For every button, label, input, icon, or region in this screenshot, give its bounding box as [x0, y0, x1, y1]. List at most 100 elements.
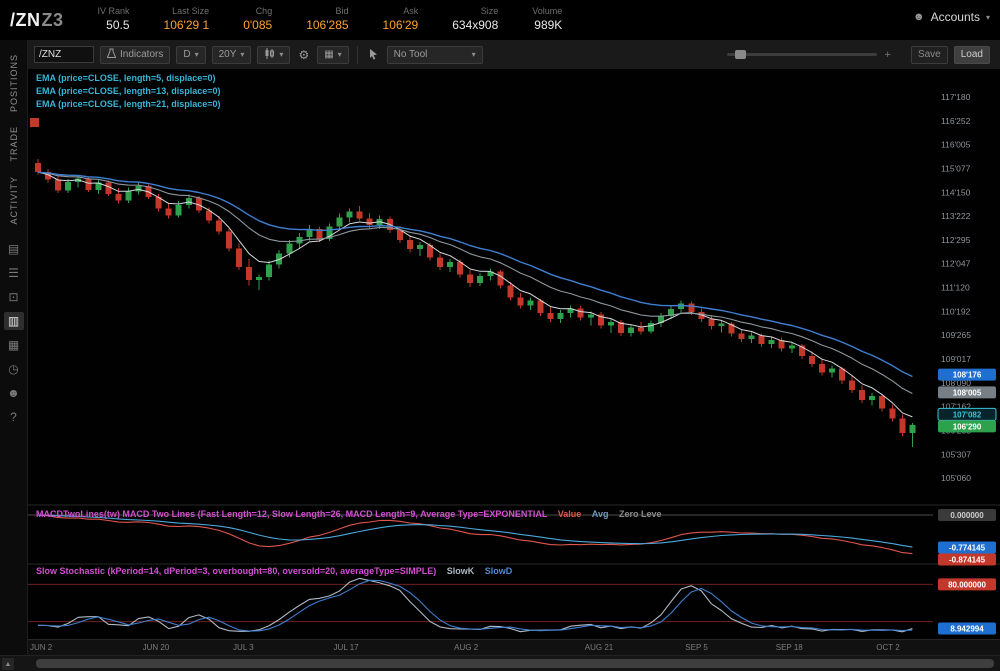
price-axis-label: 116'005 [941, 140, 971, 150]
chart-icon[interactable]: ▥ [3, 312, 24, 331]
range-dropdown[interactable]: 20Y ▾ [211, 45, 252, 64]
stat-iv-rank: IV Rank 50.5 [97, 6, 130, 33]
help-icon[interactable]: ? [4, 408, 24, 426]
price-axis-label: 109'265 [941, 330, 971, 340]
history-icon[interactable]: ◷ [4, 360, 24, 378]
symbol-root: /ZN [10, 9, 41, 30]
news-icon[interactable]: ▤ [4, 240, 24, 258]
time-axis-label: JUL 3 [233, 643, 254, 652]
stoch-k-legend: SlowK [446, 566, 475, 576]
price-axis-label: 105'307 [941, 449, 971, 459]
period-dropdown[interactable]: D ▾ [176, 45, 206, 64]
time-axis-label: JUL 17 [333, 643, 359, 652]
axis-badge: 80.000000 [938, 578, 996, 591]
sidebar-icon-rail: ▤ ☰ ⊡ ▥ ▦ ◷ ☻ ? [3, 240, 24, 426]
toolbar-divider [356, 45, 358, 64]
quote-header: /ZNZ3 IV Rank 50.5 Last Size 106'29 1 Ch… [0, 0, 1000, 40]
macd-title: MACDTwoLines(tw) MACD Two Lines (Fast Le… [36, 509, 548, 519]
quote-stats: IV Rank 50.5 Last Size 106'29 1 Chg 0'08… [98, 6, 563, 33]
macd-value-legend: Value [557, 509, 582, 519]
study-marker-square [30, 118, 39, 127]
user-icon: ☻ [913, 11, 925, 23]
chart-scrollbar: ▲ [0, 655, 1000, 671]
chart-canvas[interactable]: 117'180 116'252 116'005 115'077 114'150 113'2… [28, 70, 1000, 639]
ema21-study-label: EMA (price=CLOSE, length=21, displace=0) [36, 99, 221, 109]
time-axis-label: OCT 2 [876, 643, 900, 652]
accounts-label: Accounts [930, 10, 980, 24]
chevron-down-icon: ▾ [985, 12, 990, 22]
zoom-slider-handle[interactable] [734, 50, 746, 59]
svg-text:0.000000: 0.000000 [950, 511, 984, 520]
price-axis-label: 115'077 [941, 163, 971, 173]
flask-icon [106, 48, 117, 62]
stat-size: Size 634x908 [452, 6, 499, 33]
sidebar-tab-positions[interactable]: POSITIONS [9, 54, 19, 112]
cursor-tool-icon[interactable] [366, 48, 381, 62]
time-axis-label: SEP 18 [775, 643, 803, 652]
zoom-slider: + [726, 49, 891, 61]
stoch-k-line [37, 577, 913, 633]
axis-badge: 107'082 [937, 407, 997, 421]
svg-text:108'005: 108'005 [953, 388, 982, 397]
grid-icon[interactable]: ▦ [4, 336, 24, 354]
drawing-tool-dropdown[interactable]: No Tool ▾ [386, 45, 483, 64]
save-button[interactable]: Save [910, 45, 948, 64]
time-axis-label: AUG 21 [584, 643, 614, 652]
chevron-down-icon: ▾ [194, 50, 199, 59]
symbol-input[interactable] [34, 46, 94, 63]
axis-badge: 8.942994 [938, 622, 996, 635]
axis-badge: -0.774145 [938, 541, 996, 554]
svg-text:80.000000: 80.000000 [948, 580, 986, 589]
svg-text:8.942994: 8.942994 [950, 624, 984, 633]
stat-ask: Ask 106'29 [382, 6, 419, 33]
scrollbar-handle[interactable] [36, 659, 994, 668]
follow-traders-icon[interactable]: ☻ [4, 384, 24, 402]
axis-badge: 0.000000 [938, 509, 996, 521]
macd-study-label: MACDTwoLines(tw) MACD Two Lines (Fast Le… [36, 509, 662, 519]
time-axis: JUN 2 JUN 20 JUL 3 JUL 17 AUG 2 AUG 21 SEP 5 SE… [28, 639, 1000, 656]
candlestick-style-icon [264, 47, 275, 62]
journal-icon[interactable]: ⊡ [4, 288, 24, 306]
price-axis-label: 112'047 [941, 259, 971, 269]
time-axis-label: JUN 2 [30, 643, 53, 652]
left-sidebar: POSITIONS TRADE ACTIVITY ▤ ☰ ⊡ ▥ ▦ ◷ ☻ ? [0, 40, 28, 671]
chevron-down-icon: ▾ [471, 50, 476, 59]
price-axis-label: 116'252 [941, 116, 971, 126]
price-axis-label: 117'180 [941, 92, 971, 102]
layout-grid-dropdown[interactable]: ▦ ▾ [317, 45, 349, 64]
price-axis-label: 109'017 [941, 354, 971, 364]
watchlist-icon[interactable]: ☰ [4, 264, 24, 282]
axis-badge: 106'290 [938, 420, 996, 433]
symbol-title: /ZNZ3 [10, 10, 64, 31]
stoch-d-line [37, 579, 913, 632]
macd-avg-legend: Avg [591, 509, 609, 519]
axis-badge: 108'005 [938, 386, 996, 399]
svg-text:108'176: 108'176 [953, 371, 982, 380]
indicators-button[interactable]: Indicators [100, 45, 171, 64]
time-axis-label: SEP 5 [685, 643, 708, 652]
svg-text:107'082: 107'082 [953, 410, 982, 419]
chart-style-dropdown[interactable]: ▾ [257, 45, 291, 64]
load-button[interactable]: Load [953, 45, 990, 64]
chart-settings-gear-icon[interactable]: ⚙ [296, 49, 311, 61]
stat-last-size: Last Size 106'29 1 [163, 6, 210, 33]
time-axis-label: JUN 20 [142, 643, 170, 652]
chart-toolbar: Indicators D ▾ 20Y ▾ ▾ ⚙ ▦ ▾ No Tool ▾ [28, 40, 1000, 70]
chart-region: 117'180 116'252 116'005 115'077 114'150 113'2… [28, 70, 1000, 639]
chevron-down-icon: ▾ [240, 50, 245, 59]
chevron-down-icon: ▾ [337, 50, 342, 59]
price-axis-label: 110'192 [941, 306, 971, 316]
ema5-study-label: EMA (price=CLOSE, length=5, displace=0) [36, 73, 216, 83]
sidebar-tab-trade[interactable]: TRADE [9, 126, 19, 162]
accounts-menu[interactable]: ☻ Accounts ▾ [913, 10, 990, 24]
zoom-in-icon[interactable]: + [885, 49, 891, 61]
svg-text:106'290: 106'290 [953, 422, 982, 431]
stoch-d-legend: SlowD [484, 566, 513, 576]
scrollbar-arrow-icon[interactable]: ▲ [2, 658, 14, 670]
ema-13-line [37, 171, 913, 394]
time-axis-label: AUG 2 [454, 643, 479, 652]
sidebar-tab-activity[interactable]: ACTIVITY [9, 176, 19, 225]
ema13-study-label: EMA (price=CLOSE, length=13, displace=0) [36, 86, 221, 96]
stoch-title: Slow Stochastic (kPeriod=14, dPeriod=3, … [36, 566, 437, 576]
zoom-slider-track[interactable] [726, 50, 877, 59]
